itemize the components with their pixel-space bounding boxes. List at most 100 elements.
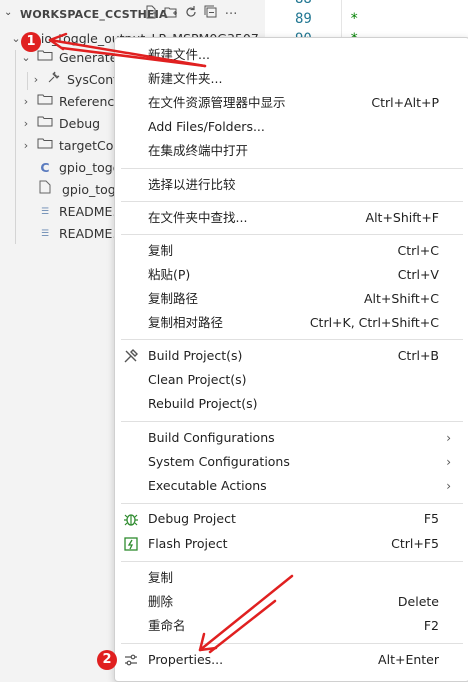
bug-icon [123,511,139,527]
menu-item-system-configurations[interactable]: System Configurations › [115,450,468,474]
chevron-right-icon: › [446,455,451,469]
menu-item-label: 新建文件夹... [148,71,223,86]
document-icon: ☰ [40,207,50,217]
refresh-icon[interactable] [184,5,198,19]
menu-item-label: 粘贴(P) [148,267,191,282]
menu-item-paste[interactable]: 粘贴(P) Ctrl+V [115,263,468,287]
menu-item-label: 新建文件... [148,47,210,62]
menu-item-label: Debug Project [148,511,236,526]
menu-item-shortcut: Ctrl+Alt+P [371,95,439,110]
menu-item-debug-project[interactable]: Debug Project F5 [115,507,468,531]
folder-icon [37,47,53,69]
collapse-all-icon[interactable] [204,5,218,19]
menu-separator [121,234,463,235]
document-icon: ☰ [40,229,50,239]
menu-item-shortcut: F2 [423,618,439,633]
menu-item-shortcut: Alt+Enter [378,652,439,667]
menu-item-build-project[interactable]: Build Project(s) Ctrl+B [115,344,468,368]
menu-item-label: Properties... [148,652,224,667]
line-number: 88 [295,0,312,7]
code-line: * [350,11,359,27]
menu-separator [121,168,463,169]
menu-item-shortcut: F5 [423,511,439,526]
menu-item-label: 在文件夹中查找... [148,210,248,225]
menu-item-new-folder[interactable]: 新建文件夹... [115,67,468,91]
menu-item-label: 在集成终端中打开 [148,143,249,158]
annotation-badge-1: 1 [21,32,41,52]
menu-item-label: 复制 [148,243,174,258]
chevron-right-icon: › [23,95,29,108]
c-file-icon: C [40,160,50,175]
menu-separator [121,561,463,562]
menu-item-shortcut: Ctrl+K, Ctrl+Shift+C [309,315,439,330]
menu-item-shortcut: Alt+Shift+C [363,291,439,306]
chevron-right-icon: › [446,479,451,493]
more-actions-icon[interactable]: ⋯ [224,5,238,20]
menu-item-shortcut: Ctrl+C [397,243,439,258]
menu-item-label: Build Project(s) [148,348,243,363]
menu-item-executable-actions[interactable]: Executable Actions › [115,474,468,498]
menu-item-copy-relative-path[interactable]: 复制相对路径 Ctrl+K, Ctrl+Shift+C [115,311,468,335]
menu-item-open-in-terminal[interactable]: 在集成终端中打开 [115,139,468,163]
menu-item-delete[interactable]: 删除 Delete [115,590,468,614]
file-icon [37,179,53,201]
menu-separator [121,643,463,644]
new-folder-icon[interactable] [164,5,178,19]
folder-icon [37,113,53,135]
menu-item-shortcut: Alt+Shift+F [365,210,439,225]
menu-item-rename[interactable]: 重命名 F2 [115,614,468,638]
menu-item-label: 删除 [148,594,174,609]
tree-item-label: Debug [59,116,101,131]
menu-item-flash-project[interactable]: Flash Project Ctrl+F5 [115,532,468,556]
line-number: 89 [295,11,312,27]
menu-item-label: 复制相对路径 [148,315,224,330]
menu-item-label: 在文件资源管理器中显示 [148,95,286,110]
menu-item-label: Rebuild Project(s) [148,396,258,411]
menu-separator [121,339,463,340]
chevron-right-icon: › [33,73,39,86]
menu-item-label: 复制路径 [148,291,199,306]
menu-item-shortcut: Ctrl+F5 [391,536,439,551]
menu-item-properties[interactable]: Properties... Alt+Enter [115,648,468,672]
menu-item-reveal-in-explorer[interactable]: 在文件资源管理器中显示 Ctrl+Alt+P [115,91,468,115]
menu-item-build-configurations[interactable]: Build Configurations › [115,426,468,450]
folder-icon [37,135,53,157]
workspace-header[interactable]: ⌄ WORKSPACE_CCSTHEIA ⋯ [0,0,265,30]
menu-item-label: Add Files/Folders... [148,119,265,134]
annotation-badge-2: 2 [97,650,117,670]
menu-item-clean-project[interactable]: Clean Project(s) [115,368,468,392]
menu-item-label: Build Configurations [148,430,275,445]
wrench-icon [46,69,62,91]
menu-item-label: 重命名 [148,618,186,633]
chevron-right-icon: › [23,139,29,152]
menu-item-label: Executable Actions [148,478,267,493]
menu-item-duplicate[interactable]: 复制 [115,566,468,590]
menu-separator [121,421,463,422]
menu-item-label: 复制 [148,570,174,585]
chevron-right-icon: › [23,117,29,130]
context-menu: 新建文件... 新建文件夹... 在文件资源管理器中显示 Ctrl+Alt+P … [114,37,468,682]
menu-item-shortcut: Delete [397,594,439,609]
menu-item-select-for-compare[interactable]: 选择以进行比较 [115,173,468,197]
menu-item-label: Flash Project [148,536,228,551]
menu-item-label: Clean Project(s) [148,372,247,387]
menu-item-add-files-folders[interactable]: Add Files/Folders... [115,115,468,139]
chevron-down-icon[interactable]: ⌄ [4,7,12,18]
new-file-icon[interactable] [144,5,158,19]
hammer-wrench-icon [123,348,139,364]
menu-item-new-file[interactable]: 新建文件... [115,43,468,67]
workspace-actions: ⋯ [144,5,238,20]
menu-item-label: 选择以进行比较 [148,177,236,192]
menu-item-copy[interactable]: 复制 Ctrl+C [115,239,468,263]
menu-separator [121,201,463,202]
folder-icon [37,91,53,113]
chevron-right-icon: › [446,431,451,445]
settings-sliders-icon [123,652,139,668]
flash-chip-icon [123,536,139,552]
menu-item-find-in-folder[interactable]: 在文件夹中查找... Alt+Shift+F [115,206,468,230]
menu-separator [121,503,463,504]
menu-item-label: System Configurations [148,454,290,469]
menu-item-rebuild-project[interactable]: Rebuild Project(s) [115,392,468,416]
menu-item-shortcut: Ctrl+V [397,267,439,282]
menu-item-copy-path[interactable]: 复制路径 Alt+Shift+C [115,287,468,311]
